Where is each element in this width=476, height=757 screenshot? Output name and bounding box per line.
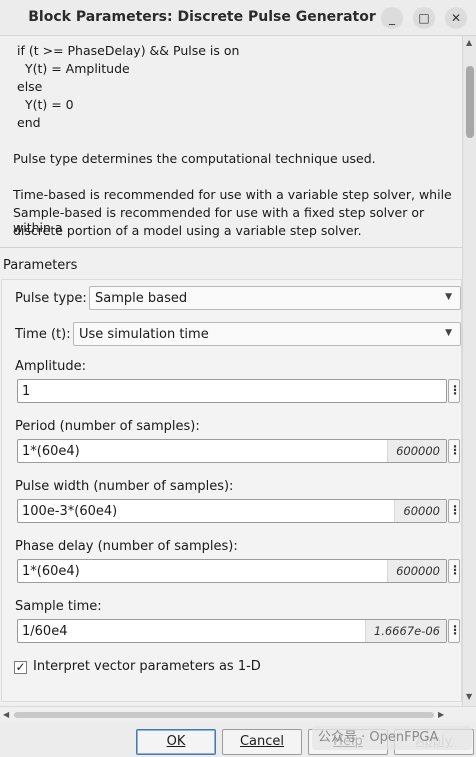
time-value: Use simulation time — [79, 327, 209, 342]
parameters-panel: Pulse type: Sample based ▼ Time (t): Use… — [1, 279, 462, 702]
phase-delay-more-button[interactable]: ⋮ — [448, 559, 461, 583]
pulse-width-evaluated-hint: 60000 — [394, 500, 446, 522]
time-select[interactable]: Use simulation time ▼ — [73, 322, 461, 346]
vertical-scrollbar[interactable]: ▲ ▼ — [462, 36, 476, 706]
pulse-width-more-button[interactable]: ⋮ — [448, 499, 461, 523]
parameters-section-title: Parameters — [3, 258, 78, 273]
scroll-up-icon[interactable]: ▲ — [466, 38, 472, 47]
phase-delay-evaluated-hint: 600000 — [387, 560, 446, 582]
scroll-right-icon[interactable]: ▶ — [438, 710, 444, 719]
horizontal-scroll-thumb[interactable] — [14, 712, 434, 718]
code-line: if (t >= PhaseDelay) && Pulse is on — [17, 43, 240, 58]
sample-time-label: Sample time: — [15, 599, 102, 614]
period-label: Period (number of samples): — [15, 419, 200, 434]
code-line: Y(t) = 0 — [17, 97, 74, 112]
ok-button[interactable]: OK — [136, 729, 216, 755]
window-title: Block Parameters: Discrete Pulse Generat… — [28, 9, 376, 25]
cancel-button[interactable]: Cancel — [222, 729, 302, 755]
pulse-type-select[interactable]: Sample based ▼ — [89, 286, 461, 310]
interpret-vector-label: Interpret vector parameters as 1-D — [33, 659, 261, 674]
scroll-down-icon[interactable]: ▼ — [466, 692, 472, 701]
title-bar: Block Parameters: Discrete Pulse Generat… — [0, 0, 476, 36]
vertical-scroll-thumb[interactable] — [466, 66, 474, 138]
description-text: Pulse type determines the computational … — [13, 151, 376, 166]
period-evaluated-hint: 600000 — [387, 440, 446, 462]
close-button[interactable]: ✕ — [445, 7, 467, 29]
interpret-vector-checkbox[interactable]: ✓ — [14, 661, 27, 674]
pulse-width-label: Pulse width (number of samples): — [15, 479, 234, 494]
horizontal-scrollbar[interactable]: ◀ ▶ — [0, 706, 476, 722]
amplitude-field[interactable]: 1 — [17, 379, 447, 403]
description-text: discrete portion of a model using a vari… — [13, 223, 362, 238]
maximize-button[interactable]: □ — [413, 7, 435, 29]
sample-time-evaluated-hint: 1.6667e-06 — [364, 620, 446, 642]
period-value: 1*(60e4) — [22, 444, 80, 459]
pulse-type-value: Sample based — [95, 291, 188, 306]
code-line: Y(t) = Amplitude — [17, 61, 130, 76]
sample-time-more-button[interactable]: ⋮ — [448, 619, 461, 643]
sample-time-value: 1/60e4 — [22, 624, 68, 639]
description-text: Time-based is recommended for use with a… — [13, 187, 452, 202]
phase-delay-value: 1*(60e4) — [22, 564, 80, 579]
code-line: end — [17, 115, 41, 130]
pulse-type-label: Pulse type: — [15, 291, 87, 306]
scroll-left-icon[interactable]: ◀ — [3, 710, 9, 719]
period-field[interactable]: 1*(60e4) 600000 — [17, 439, 447, 463]
block-description: if (t >= PhaseDelay) && Pulse is on Y(t)… — [0, 36, 462, 248]
chevron-down-icon: ▼ — [445, 292, 452, 302]
phase-delay-field[interactable]: 1*(60e4) 600000 — [17, 559, 447, 583]
minimize-button[interactable]: _ — [381, 7, 403, 29]
phase-delay-label: Phase delay (number of samples): — [15, 539, 238, 554]
pulse-width-field[interactable]: 100e-3*(60e4) 60000 — [17, 499, 447, 523]
amplitude-more-button[interactable]: ⋮ — [448, 379, 461, 403]
watermark: 公众号 · OpenFPGA — [312, 726, 472, 750]
pulse-width-value: 100e-3*(60e4) — [22, 504, 118, 519]
chevron-down-icon: ▼ — [445, 328, 452, 338]
time-label: Time (t): — [15, 327, 71, 342]
code-line: else — [17, 79, 43, 94]
amplitude-label: Amplitude: — [15, 359, 86, 374]
period-more-button[interactable]: ⋮ — [448, 439, 461, 463]
amplitude-value: 1 — [22, 384, 31, 399]
sample-time-field[interactable]: 1/60e4 1.6667e-06 — [17, 619, 447, 643]
dialog-content: if (t >= PhaseDelay) && Pulse is on Y(t)… — [0, 36, 462, 706]
